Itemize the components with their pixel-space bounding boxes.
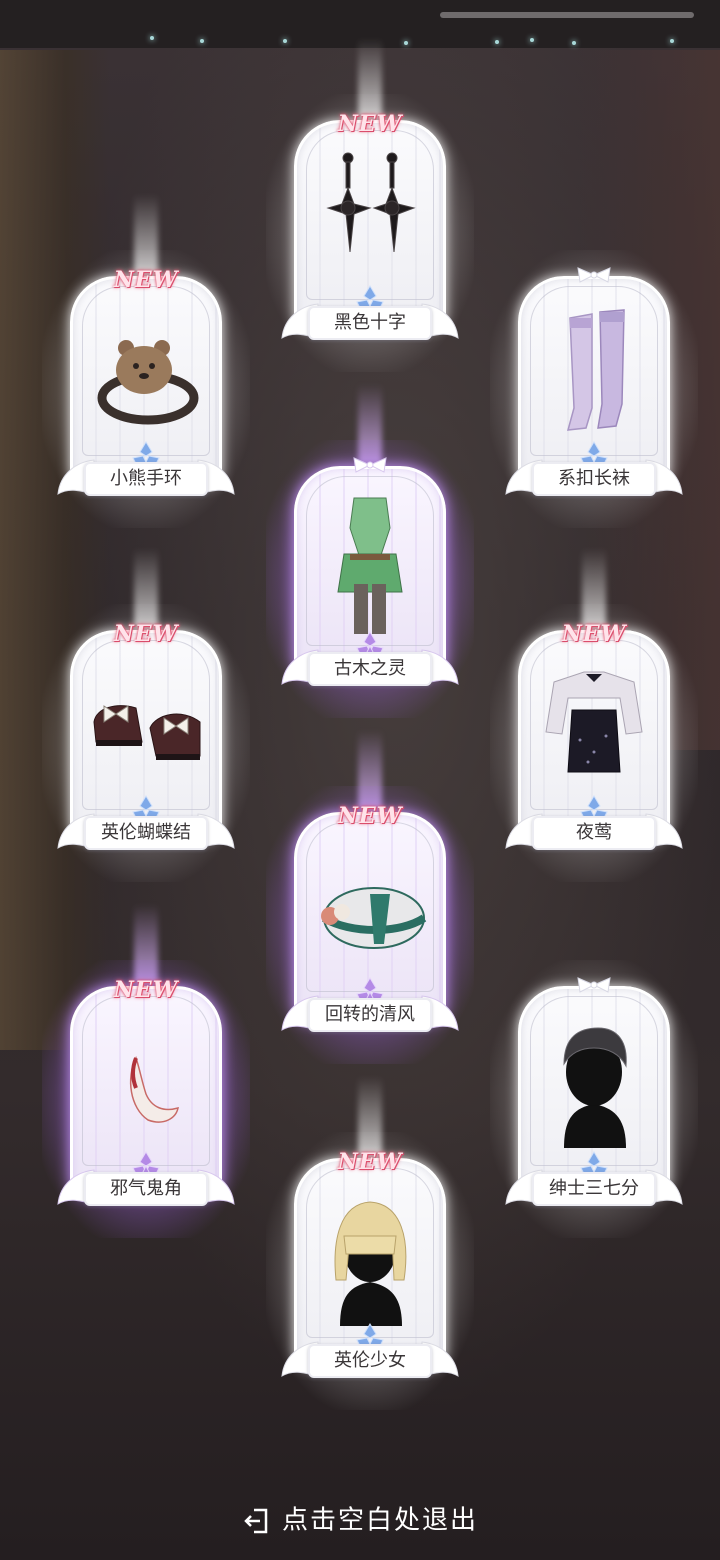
new-badge: NEW [113, 621, 179, 647]
exit-hint[interactable]: 点击空白处退出 [0, 1500, 720, 1540]
exit-hint-text: 点击空白处退出 [281, 1505, 478, 1536]
bow-ornament-icon [577, 977, 611, 993]
item-name-label: 英伦蝴蝶结 [84, 816, 208, 850]
black-cross-earrings-icon [326, 152, 416, 253]
nightingale-outfit-icon [545, 671, 643, 773]
background-curtain-left [0, 50, 110, 1050]
item-card-british-girl[interactable]: NEW 英伦少女 [266, 1076, 474, 1410]
item-card-black-cross[interactable]: NEW 黑色十字 [266, 38, 474, 372]
item-card-stockings[interactable]: 系扣长袜 [490, 250, 698, 528]
bow-shoes-icon [93, 705, 201, 760]
item-card-bear-bracelet[interactable]: NEW 小熊手环 [42, 194, 250, 528]
new-badge: NEW [113, 977, 179, 1003]
stockings-icon [566, 309, 625, 431]
bow-ornament-icon [353, 457, 387, 473]
item-card-british-bow[interactable]: NEW 英伦蝴蝶结 [42, 548, 250, 882]
new-badge: NEW [337, 1149, 403, 1175]
bear-bracelet-icon [97, 340, 199, 425]
item-card-gentleman-hair[interactable]: 绅士三七分 [490, 960, 698, 1238]
blonde-hair-icon [334, 1201, 407, 1326]
forest-dress-icon [337, 497, 403, 634]
new-badge: NEW [113, 267, 179, 293]
home-indicator[interactable] [440, 12, 694, 18]
item-card-nightingale[interactable]: NEW 夜莺 [490, 548, 698, 882]
item-name-label: 系扣长袜 [532, 462, 656, 496]
item-name-label: 英伦少女 [308, 1344, 432, 1378]
item-name-label: 小熊手环 [84, 462, 208, 496]
item-card-forest-spirit[interactable]: 古木之灵 [266, 384, 474, 718]
new-badge: NEW [337, 111, 403, 137]
item-name-label: 绅士三七分 [532, 1172, 656, 1206]
new-badge: NEW [561, 621, 627, 647]
gentleman-hair-icon [563, 1027, 627, 1148]
bow-ornament-icon [577, 267, 611, 283]
item-card-demon-horn[interactable]: NEW 邪气鬼角 [42, 904, 250, 1238]
item-name-label: 夜莺 [532, 816, 656, 850]
item-name-label: 黑色十字 [308, 306, 432, 340]
item-card-breeze-beret[interactable]: NEW 回转的清风 [266, 730, 474, 1064]
exit-icon [244, 1508, 268, 1533]
item-name-label: 邪气鬼角 [84, 1172, 208, 1206]
rose-beret-icon [321, 887, 427, 949]
item-name-label: 回转的清风 [308, 998, 432, 1032]
demon-horn-icon [129, 1056, 179, 1123]
new-badge: NEW [337, 803, 403, 829]
item-name-label: 古木之灵 [308, 652, 432, 686]
